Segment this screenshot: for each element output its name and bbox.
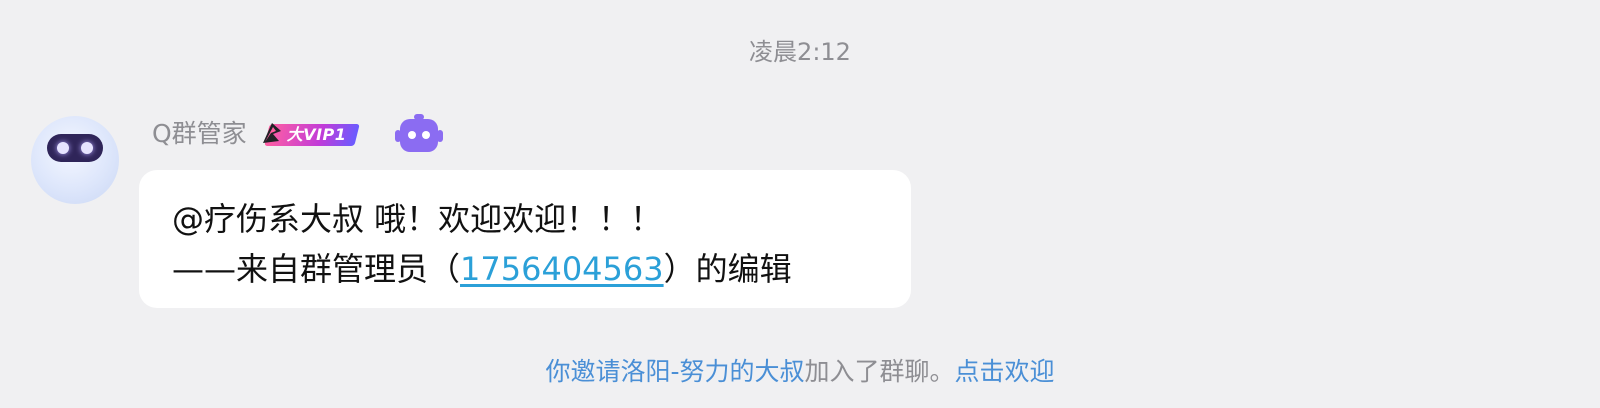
message-line-1: @疗伤系大叔 哦！欢迎欢迎！！！ bbox=[172, 200, 663, 238]
vip-badge-icon[interactable]: 大VIP1 bbox=[261, 119, 360, 149]
notice-joined-text: 加入了群聊。 bbox=[804, 357, 955, 386]
system-notice: 你邀请洛阳-努力的大叔加入了群聊。点击欢迎 bbox=[0, 352, 1600, 392]
avatar-eye-left bbox=[57, 142, 69, 154]
sender-row: Q群管家 大VIP1 bbox=[152, 112, 443, 156]
admin-qq-link[interactable]: 1756404563 bbox=[460, 250, 664, 288]
welcome-link[interactable]: 点击欢迎 bbox=[955, 357, 1055, 386]
invitee-link[interactable]: 洛阳-努力的大叔 bbox=[620, 357, 804, 386]
message-line-2-prefix: ——来自群管理员（ bbox=[172, 250, 461, 288]
robot-badge-icon[interactable] bbox=[394, 114, 443, 154]
message-line-2-suffix: ）的编辑 bbox=[663, 250, 792, 288]
sender-name[interactable]: Q群管家 bbox=[152, 112, 247, 156]
robot-avatar-icon[interactable] bbox=[31, 116, 119, 204]
message-timestamp: 凌晨2:12 bbox=[749, 38, 851, 66]
message-bubble[interactable]: @疗伤系大叔 哦！欢迎欢迎！！！ ——来自群管理员（1756404563）的编辑 bbox=[139, 170, 911, 308]
vip-badge-label: 大VIP1 bbox=[286, 125, 347, 144]
avatar-visor bbox=[47, 134, 103, 162]
vip-wing-icon bbox=[262, 123, 281, 143]
chat-view: 凌晨2:12 Q群管家 大VIP1 @疗伤系大叔 哦！欢迎欢迎！！！ ——来自群… bbox=[0, 0, 1600, 408]
message-line-2: ——来自群管理员（1756404563）的编辑 bbox=[172, 244, 879, 294]
notice-you-invited: 你邀请 bbox=[545, 357, 621, 386]
avatar-eye-right bbox=[81, 142, 93, 154]
